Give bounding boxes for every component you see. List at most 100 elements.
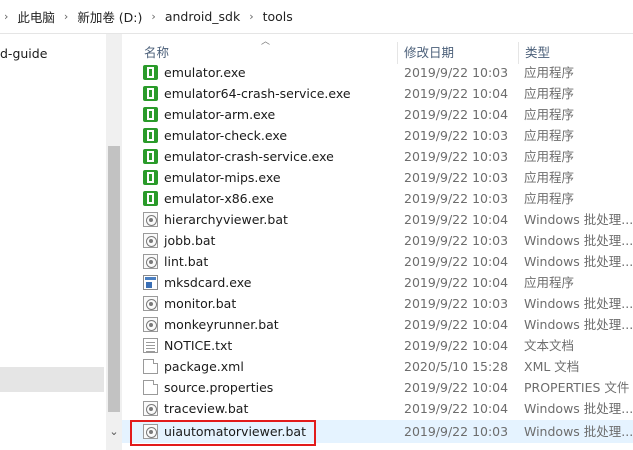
batch-file-icon	[143, 296, 158, 311]
file-type: Windows 批处理...	[524, 424, 633, 439]
file-name: traceview.bat	[164, 401, 249, 416]
nav-selected-item[interactable]	[0, 367, 104, 392]
file-type: Windows 批处理...	[524, 212, 633, 227]
file-name: jobb.bat	[164, 233, 216, 248]
column-header-name[interactable]: 名称	[138, 42, 396, 64]
file-name: package.xml	[164, 359, 244, 374]
batch-file-icon	[143, 212, 158, 227]
breadcrumb-item-this-pc[interactable]: 此电脑	[12, 7, 60, 26]
file-list: ︿ 名称 修改日期 类型 emulator.exe 2019/9/22 10:03…	[122, 34, 633, 450]
breadcrumb: › 此电脑 › 新加卷 (D:) › android_sdk › tools	[0, 2, 633, 30]
file-rows: emulator.exe 2019/9/22 10:03 应用程序 emulator6…	[122, 62, 633, 446]
file-date: 2019/9/22 10:03	[404, 128, 509, 143]
window-app-icon	[143, 275, 158, 290]
batch-file-icon	[143, 401, 158, 416]
file-name: source.properties	[164, 380, 274, 395]
file-type: 应用程序	[524, 149, 575, 164]
file-date: 2019/9/22 10:03	[404, 191, 509, 206]
file-name: monitor.bat	[164, 296, 237, 311]
batch-file-icon	[143, 317, 158, 332]
file-row[interactable]: mksdcard.exe 2019/9/22 10:04 应用程序	[122, 272, 633, 293]
file-name: monkeyrunner.bat	[164, 317, 279, 332]
app-green-icon	[143, 86, 158, 101]
address-bar[interactable]: › 此电脑 › 新加卷 (D:) › android_sdk › tools	[0, 0, 633, 34]
file-name: lint.bat	[164, 254, 209, 269]
column-header-date[interactable]: 修改日期	[397, 42, 518, 64]
file-type: 应用程序	[524, 86, 575, 101]
file-date: 2020/5/10 15:28	[404, 359, 509, 374]
nav-scrollbar-thumb[interactable]	[108, 146, 120, 412]
file-date: 2019/9/22 10:04	[404, 380, 509, 395]
file-row[interactable]: traceview.bat 2019/9/22 10:04 Windows 批处理.…	[122, 398, 633, 419]
app-green-icon	[143, 170, 158, 185]
batch-file-icon	[143, 254, 158, 269]
file-type: 应用程序	[524, 170, 575, 185]
breadcrumb-item-drive-d[interactable]: 新加卷 (D:)	[72, 7, 147, 26]
file-row[interactable]: monkeyrunner.bat 2019/9/22 10:04 Windows 批…	[122, 314, 633, 335]
file-date: 2019/9/22 10:04	[404, 338, 509, 353]
app-green-icon	[143, 128, 158, 143]
file-row[interactable]: lint.bat 2019/9/22 10:04 Windows 批处理...	[122, 251, 633, 272]
chevron-right-icon[interactable]: ›	[245, 10, 257, 23]
column-header-type[interactable]: 类型	[518, 42, 633, 64]
file-type: 应用程序	[524, 275, 575, 290]
file-type: 应用程序	[524, 191, 575, 206]
file-date: 2019/9/22 10:04	[404, 212, 509, 227]
file-type: Windows 批处理...	[524, 317, 633, 332]
file-name: NOTICE.txt	[164, 338, 233, 353]
blank-file-icon	[143, 359, 158, 374]
file-row[interactable]: NOTICE.txt 2019/9/22 10:04 文本文档	[122, 335, 633, 356]
nav-scrollbar[interactable]: ⌄	[106, 34, 122, 450]
file-type: 应用程序	[524, 107, 575, 122]
file-name: emulator-check.exe	[164, 128, 288, 143]
file-name: emulator-crash-service.exe	[164, 149, 334, 164]
file-type: Windows 批处理...	[524, 233, 633, 248]
scroll-down-icon[interactable]: ⌄	[106, 424, 122, 440]
column-header-row: 名称 修改日期 类型	[122, 42, 633, 64]
batch-file-icon	[143, 233, 158, 248]
file-row[interactable]: hierarchyviewer.bat 2019/9/22 10:04 Window…	[122, 209, 633, 230]
file-row[interactable]: emulator-arm.exe 2019/9/22 10:04 应用程序	[122, 104, 633, 125]
nav-item-guide[interactable]: d-guide	[0, 44, 47, 64]
file-name: emulator64-crash-service.exe	[164, 86, 351, 101]
chevron-right-icon[interactable]: ›	[147, 10, 159, 23]
file-type: Windows 批处理...	[524, 296, 633, 311]
file-name: emulator.exe	[164, 65, 246, 80]
highlight-box	[130, 420, 316, 446]
file-row[interactable]: emulator-check.exe 2019/9/22 10:03 应用程序	[122, 125, 633, 146]
chevron-right-icon[interactable]: ›	[0, 10, 12, 23]
file-name: emulator-arm.exe	[164, 107, 276, 122]
file-name: mksdcard.exe	[164, 275, 252, 290]
breadcrumb-item-android-sdk[interactable]: android_sdk	[160, 9, 245, 24]
breadcrumb-item-tools[interactable]: tools	[258, 9, 298, 24]
app-green-icon	[143, 191, 158, 206]
file-row[interactable]: emulator.exe 2019/9/22 10:03 应用程序	[122, 62, 633, 83]
file-date: 2019/9/22 10:03	[404, 424, 509, 439]
file-type: 应用程序	[524, 128, 575, 143]
app-green-icon	[143, 65, 158, 80]
file-date: 2019/9/22 10:03	[404, 170, 509, 185]
file-type: 应用程序	[524, 65, 575, 80]
file-row[interactable]: emulator-crash-service.exe 2019/9/22 10:0…	[122, 146, 633, 167]
file-date: 2019/9/22 10:04	[404, 401, 509, 416]
file-date: 2019/9/22 10:03	[404, 149, 509, 164]
file-date: 2019/9/22 10:03	[404, 65, 509, 80]
file-row[interactable]: monitor.bat 2019/9/22 10:03 Windows 批处理...	[122, 293, 633, 314]
file-row[interactable]: emulator-mips.exe 2019/9/22 10:03 应用程序	[122, 167, 633, 188]
file-row-selected[interactable]: uiautomatorviewer.bat 2019/9/22 10:03 Wind…	[122, 420, 633, 446]
file-row[interactable]: source.properties 2019/9/22 10:04 PROPERTI…	[122, 377, 633, 398]
file-type: Windows 批处理...	[524, 401, 633, 416]
file-date: 2019/9/22 10:04	[404, 275, 509, 290]
file-row[interactable]: emulator64-crash-service.exe 2019/9/22 10…	[122, 83, 633, 104]
file-row[interactable]: jobb.bat 2019/9/22 10:03 Windows 批处理...	[122, 230, 633, 251]
file-date: 2019/9/22 10:04	[404, 86, 509, 101]
file-date: 2019/9/22 10:04	[404, 317, 509, 332]
app-green-icon	[143, 149, 158, 164]
file-type: 文本文档	[524, 338, 575, 353]
navigation-pane: d-guide ⌄	[0, 34, 122, 450]
file-row[interactable]: package.xml 2020/5/10 15:28 XML 文档	[122, 356, 633, 377]
file-row[interactable]: emulator-x86.exe 2019/9/22 10:03 应用程序	[122, 188, 633, 209]
file-date: 2019/9/22 10:04	[404, 107, 509, 122]
chevron-right-icon[interactable]: ›	[60, 10, 72, 23]
file-date: 2019/9/22 10:03	[404, 296, 509, 311]
